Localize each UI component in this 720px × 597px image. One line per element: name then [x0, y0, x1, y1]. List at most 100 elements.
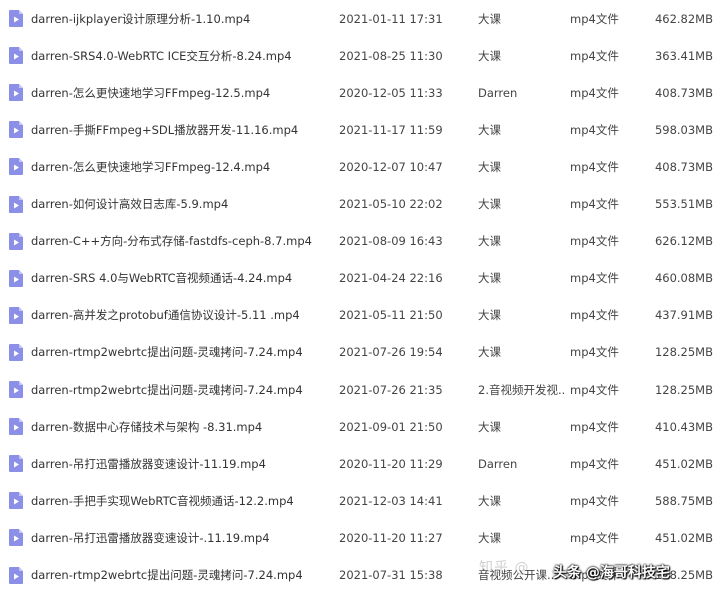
file-row[interactable]: darren-C++方向-分布式存储-fastdfs-ceph-8.7.mp4 2…	[0, 222, 720, 260]
file-type: mp4文件	[570, 122, 619, 137]
file-name: darren-数据中心存储技术与架构 -8.31.mp4	[31, 419, 263, 434]
file-size: 408.73MB	[654, 85, 713, 100]
file-name: darren-高并发之protobuf通信协议设计-5.11 .mp4	[31, 308, 300, 323]
file-type: mp4文件	[570, 308, 619, 323]
file-owner: 大课	[478, 530, 501, 545]
file-size: 460.08MB	[654, 271, 713, 286]
file-row[interactable]: darren-数据中心存储技术与架构 -8.31.mp4 2021-09-01 2…	[0, 408, 720, 445]
file-row[interactable]: darren-高并发之protobuf通信协议设计-5.11 .mp4 2021-…	[0, 296, 720, 334]
file-owner: 大课	[478, 493, 501, 508]
file-size: 598.03MB	[654, 122, 713, 137]
file-size: 451.02MB	[654, 456, 713, 471]
video-file-icon	[9, 492, 23, 510]
file-row[interactable]: darren-rtmp2webrtc提出问题-灵魂拷问-7.24.mp4 2021…	[0, 371, 720, 408]
file-row[interactable]: darren-怎么更快速地学习FFmpeg-12.5.mp4 2020-12-05…	[0, 74, 720, 112]
file-name: darren-吊打迅雷播放器变速设计-.11.19.mp4	[31, 530, 270, 545]
file-size: 128.25MB	[654, 568, 713, 582]
file-type: mp4文件	[570, 345, 619, 360]
file-size: 462.82MB	[654, 11, 713, 26]
file-name: darren-手把手实现WebRTC音视频通话-12.2.mp4	[31, 493, 294, 508]
file-row[interactable]: darren-如何设计高效日志库-5.9.mp4 2021-05-10 22:02…	[0, 186, 720, 223]
video-file-icon	[9, 269, 23, 287]
file-size: 626.12MB	[654, 234, 713, 249]
file-owner: 大课	[478, 308, 501, 323]
file-type: mp4文件	[570, 568, 619, 582]
file-type: mp4文件	[570, 419, 619, 434]
file-date: 2021-07-26 21:35	[339, 382, 443, 397]
file-name: darren-rtmp2webrtc提出问题-灵魂拷问-7.24.mp4	[31, 345, 303, 360]
file-size: 128.25MB	[654, 345, 713, 360]
file-row[interactable]: darren-吊打迅雷播放器变速设计-.11.19.mp4 2020-11-20 …	[0, 519, 720, 557]
file-name: darren-吊打迅雷播放器变速设计-11.19.mp4	[31, 456, 266, 471]
file-row[interactable]: darren-怎么更快速地学习FFmpeg-12.4.mp4 2020-12-07…	[0, 148, 720, 186]
file-row[interactable]: darren-手把手实现WebRTC音视频通话-12.2.mp4 2021-12-…	[0, 482, 720, 519]
video-file-icon	[9, 529, 23, 547]
file-owner: 大课	[478, 234, 501, 249]
file-owner: 大课	[478, 159, 501, 174]
file-date: 2021-12-03 14:41	[339, 493, 443, 508]
file-size: 588.75MB	[654, 493, 713, 508]
file-name: darren-SRS 4.0与WebRTC音视频通话-4.24.mp4	[31, 271, 293, 286]
file-type: mp4文件	[570, 197, 619, 211]
file-row[interactable]: darren-ijkplayer设计原理分析-1.10.mp4 2021-01-1…	[0, 0, 720, 37]
file-row[interactable]: darren-rtmp2webrtc提出问题-灵魂拷问-7.24.mp4 2021…	[0, 557, 720, 594]
file-name: darren-怎么更快速地学习FFmpeg-12.5.mp4	[31, 85, 271, 100]
file-owner: 大课	[478, 197, 501, 211]
file-type: mp4文件	[570, 456, 619, 471]
video-file-icon	[9, 343, 23, 361]
file-date: 2021-08-09 16:43	[339, 234, 443, 249]
video-file-icon	[9, 232, 23, 250]
file-owner: 大课	[478, 271, 501, 286]
file-date: 2020-11-20 11:27	[339, 530, 443, 545]
file-owner: 大课	[478, 48, 501, 63]
file-date: 2020-12-07 10:47	[339, 159, 443, 174]
file-type: mp4文件	[570, 382, 619, 397]
file-row[interactable]: darren-SRS 4.0与WebRTC音视频通话-4.24.mp4 2021-…	[0, 260, 720, 297]
file-date: 2021-08-25 11:30	[339, 48, 443, 63]
file-type: mp4文件	[570, 159, 619, 174]
file-list: darren-ijkplayer设计原理分析-1.10.mp4 2021-01-1…	[0, 0, 720, 597]
file-date: 2021-05-10 22:02	[339, 197, 443, 211]
video-file-icon	[9, 418, 23, 436]
video-file-icon	[9, 455, 23, 473]
file-date: 2021-05-11 21:50	[339, 308, 443, 323]
file-owner: Darren	[478, 85, 518, 100]
video-file-icon	[9, 195, 23, 213]
video-file-icon	[9, 84, 23, 102]
file-size: 410.43MB	[654, 419, 713, 434]
video-file-icon	[9, 47, 23, 65]
file-owner: 音视频公开课...	[478, 568, 558, 582]
file-name: darren-SRS4.0-WebRTC ICE交互分析-8.24.mp4	[31, 48, 292, 63]
file-size: 553.51MB	[654, 197, 713, 211]
file-name: darren-手撕FFmpeg+SDL播放器开发-11.16.mp4	[31, 122, 299, 137]
file-date: 2021-07-26 19:54	[339, 345, 443, 360]
file-date: 2021-04-24 22:16	[339, 271, 443, 286]
file-row[interactable]: darren-手撕FFmpeg+SDL播放器开发-11.16.mp4 2021-1…	[0, 111, 720, 148]
file-size: 451.02MB	[654, 530, 713, 545]
file-type: mp4文件	[570, 234, 619, 249]
file-name: darren-ijkplayer设计原理分析-1.10.mp4	[31, 11, 251, 26]
video-file-icon	[9, 306, 23, 324]
file-type: mp4文件	[570, 530, 619, 545]
file-type: mp4文件	[570, 48, 619, 63]
file-row[interactable]: darren-rtmp2webrtc提出问题-灵魂拷问-7.24.mp4 2021…	[0, 334, 720, 371]
file-owner: 大课	[478, 419, 501, 434]
file-row[interactable]: darren-吊打迅雷播放器变速设计-11.19.mp4 2020-11-20 1…	[0, 445, 720, 483]
file-name: darren-rtmp2webrtc提出问题-灵魂拷问-7.24.mp4	[31, 568, 303, 582]
file-date: 2021-07-31 15:38	[339, 568, 443, 582]
file-date: 2021-11-17 11:59	[339, 122, 443, 137]
file-row[interactable]: darren-SRS4.0-WebRTC ICE交互分析-8.24.mp4 202…	[0, 37, 720, 74]
file-name: darren-怎么更快速地学习FFmpeg-12.4.mp4	[31, 159, 271, 174]
file-owner: 大课	[478, 122, 501, 137]
file-size: 408.73MB	[654, 159, 713, 174]
file-name: darren-C++方向-分布式存储-fastdfs-ceph-8.7.mp4	[31, 234, 312, 249]
video-file-icon	[9, 381, 23, 398]
video-file-icon	[9, 566, 23, 584]
video-file-icon	[9, 158, 23, 176]
file-size: 128.25MB	[654, 382, 713, 397]
file-size: 437.91MB	[654, 308, 713, 323]
file-type: mp4文件	[570, 493, 619, 508]
file-type: mp4文件	[570, 271, 619, 286]
file-date: 2021-09-01 21:50	[339, 419, 443, 434]
file-type: mp4文件	[570, 11, 619, 26]
